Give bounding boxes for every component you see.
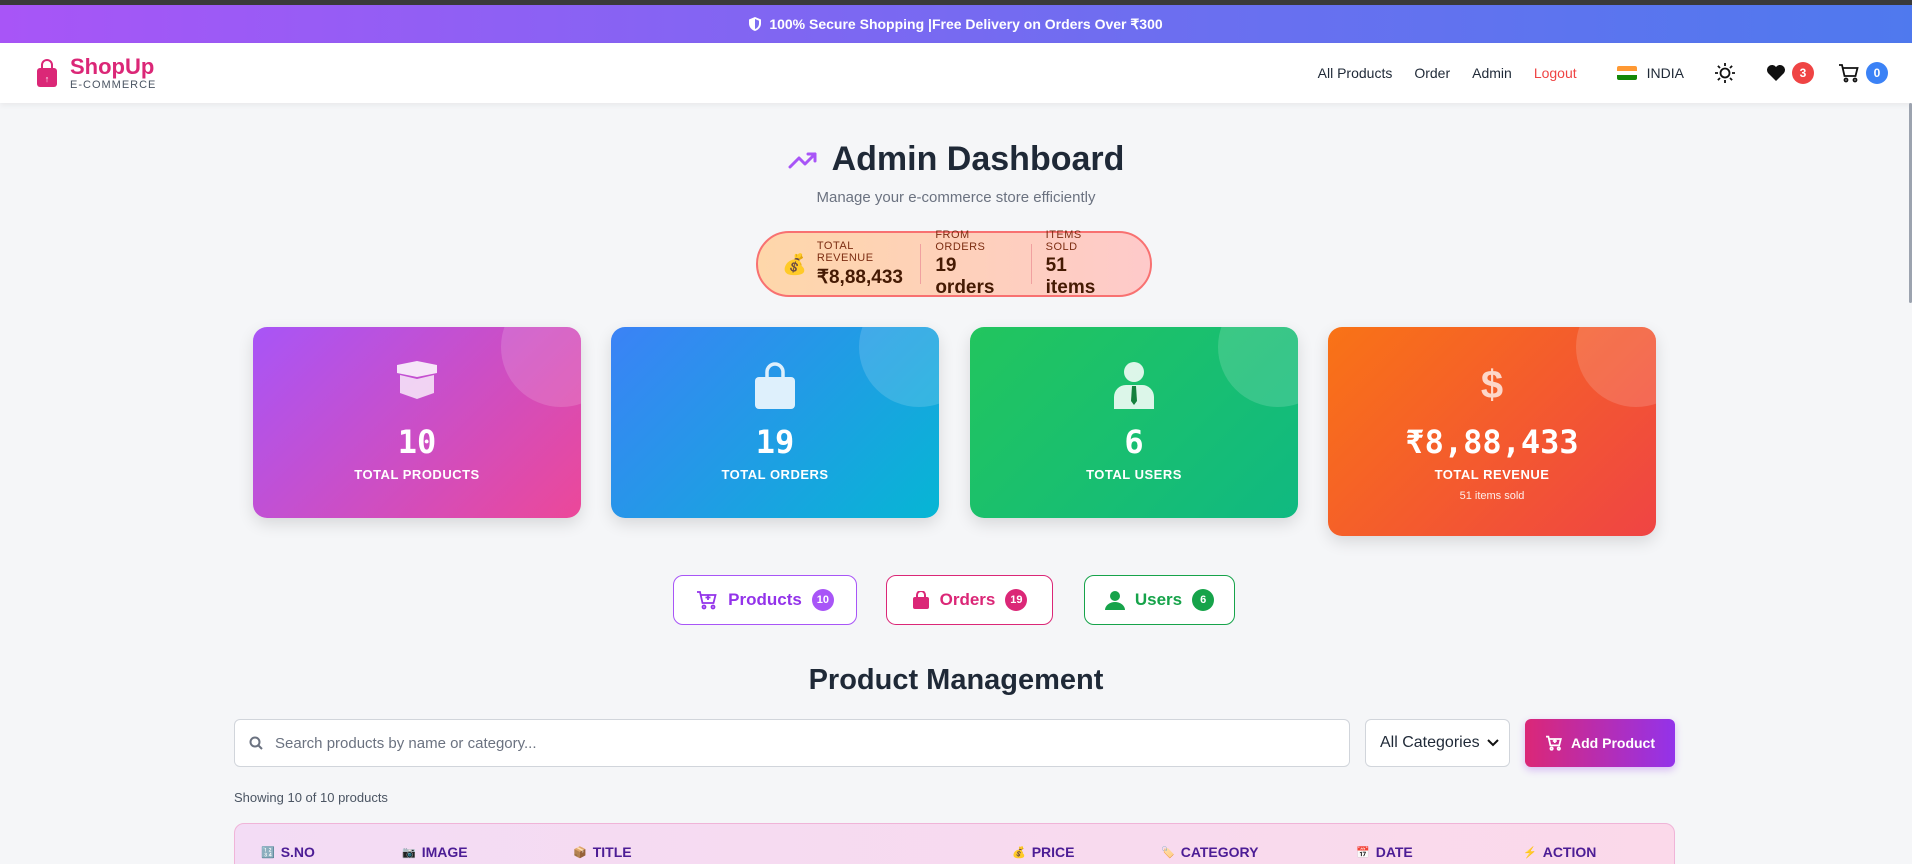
promo-banner: 100% Secure Shopping |Free Delivery on O… [0, 5, 1912, 43]
stat-value: 19 [755, 423, 795, 461]
stat-sublabel: 51 items sold [1459, 490, 1525, 502]
shield-icon [749, 17, 762, 31]
product-search [234, 719, 1350, 767]
cart-icon [1839, 64, 1859, 83]
money-bag-icon: 💰 [782, 253, 807, 276]
column-header-category[interactable]: 🏷️ CATEGORY [1161, 844, 1258, 860]
navbar: ↑ ShopUp E-COMMERCE All Products Order A… [0, 43, 1912, 103]
column-label: PRICE [1031, 844, 1075, 860]
summary-orders-label: FROM ORDERS [935, 229, 986, 253]
stat-label: TOTAL REVENUE [1434, 467, 1550, 482]
nav-order[interactable]: Order [1414, 65, 1450, 81]
brand-logo-link[interactable]: ↑ ShopUp E-COMMERCE [36, 55, 156, 91]
wishlist-count-badge: 3 [1792, 62, 1814, 84]
wishlist-button[interactable]: 3 [1766, 62, 1814, 84]
nav-all-products[interactable]: All Products [1318, 65, 1393, 81]
cart-plus-icon [1546, 735, 1562, 751]
tab-count-badge: 19 [1005, 589, 1028, 611]
camera-icon: 📷 [402, 846, 416, 859]
package-icon: 📦 [573, 846, 587, 859]
summary-orders-value: 19 orders [935, 255, 995, 298]
column-label: TITLE [592, 844, 632, 860]
stat-label: TOTAL USERS [1086, 467, 1182, 482]
summary-orders: FROM ORDERS 19 orders [921, 229, 1030, 299]
column-header-sno[interactable]: 🔢 S.NO [261, 844, 315, 860]
tab-count-badge: 6 [1192, 589, 1215, 611]
column-label: IMAGE [421, 844, 468, 860]
theme-toggle-button[interactable] [1714, 62, 1736, 84]
tab-users[interactable]: Users 6 [1084, 575, 1235, 625]
search-input[interactable] [275, 734, 1315, 752]
stat-label: TOTAL PRODUCTS [354, 467, 480, 482]
heart-icon [1767, 65, 1785, 81]
section-title: Product Management [808, 664, 1104, 696]
shopping-bag-icon: ↑ [37, 59, 57, 87]
summary-items: ITEMS SOLD 51 items [1032, 229, 1130, 299]
nav-admin[interactable]: Admin [1472, 65, 1512, 81]
summary-revenue-value: ₹8,88,433 [816, 266, 903, 288]
numbers-icon: 🔢 [261, 846, 275, 859]
svg-text:↑: ↑ [45, 74, 50, 84]
banner-text: 100% Secure Shopping |Free Delivery on O… [769, 15, 1163, 32]
stat-label: TOTAL ORDERS [721, 467, 829, 482]
chevron-down-icon [1487, 739, 1499, 747]
cart-count-badge: 0 [1866, 62, 1888, 84]
sun-icon [1715, 63, 1735, 83]
column-header-title[interactable]: 📦 TITLE [573, 844, 632, 860]
calendar-icon: 📅 [1356, 846, 1370, 859]
column-label: S.NO [280, 844, 315, 860]
brand-subtitle: E-COMMERCE [70, 79, 157, 91]
tab-count-badge: 10 [811, 589, 834, 611]
trending-up-icon [788, 152, 817, 168]
stat-card-revenue: $ ₹8,88,433 TOTAL REVENUE 51 items sold [1328, 327, 1656, 536]
summary-revenue-label: TOTAL REVENUE [816, 239, 874, 264]
india-flag-icon [1616, 66, 1637, 80]
column-label: ACTION [1542, 844, 1597, 860]
nav-logout[interactable]: Logout [1534, 65, 1577, 81]
nav-links: All Products Order Admin Logout INDIA 3 … [1318, 43, 1912, 103]
money-bag-icon: 💰 [1012, 846, 1026, 859]
column-header-image[interactable]: 📷 IMAGE [402, 844, 468, 860]
summary-items-value: 51 items [1045, 255, 1096, 298]
tab-products[interactable]: Products 10 [673, 575, 857, 625]
column-header-action[interactable]: ⚡ ACTION [1523, 844, 1596, 860]
revenue-summary-pill: 💰 TOTAL REVENUE ₹8,88,433 FROM ORDERS 19… [756, 229, 1152, 299]
page-title: Admin Dashboard [831, 140, 1125, 178]
category-select-value: All Categories [1380, 734, 1480, 751]
column-header-date[interactable]: 📅 DATE [1356, 844, 1413, 860]
tag-icon: 🏷️ [1161, 846, 1175, 859]
tab-label: Orders [939, 590, 996, 609]
search-icon [249, 736, 263, 750]
results-count: Showing 10 of 10 products [234, 790, 388, 805]
tab-label: Users [1134, 590, 1183, 609]
add-product-label: Add Product [1571, 735, 1655, 751]
summary-revenue: TOTAL REVENUE ₹8,88,433 [817, 240, 921, 289]
cart-plus-icon [697, 591, 717, 610]
add-product-button[interactable]: Add Product [1525, 719, 1675, 767]
stat-value: ₹8,88,433 [1405, 423, 1579, 461]
country-label: INDIA [1646, 65, 1684, 81]
stat-value: 6 [1124, 423, 1144, 461]
summary-items-label: ITEMS SOLD [1045, 229, 1082, 253]
page-heading: Admin Dashboard [0, 140, 1912, 179]
column-header-price[interactable]: 💰 PRICE [1012, 844, 1075, 860]
country-selector[interactable]: INDIA [1616, 65, 1684, 81]
stat-card-orders: 19 TOTAL ORDERS [611, 327, 939, 518]
user-icon [1104, 591, 1125, 610]
column-label: CATEGORY [1180, 844, 1259, 860]
shopping-bag-icon [912, 591, 929, 609]
brand-name: ShopUp [70, 54, 155, 79]
tab-label: Products [728, 590, 802, 609]
stat-value: 10 [397, 423, 437, 461]
table-header: 🔢 S.NO 📷 IMAGE 📦 TITLE 💰 PRICE 🏷️ CATEGORY 📅 D… [234, 823, 1675, 864]
stat-card-products: 10 TOTAL PRODUCTS [253, 327, 581, 518]
tab-orders[interactable]: Orders 19 [886, 575, 1053, 625]
stat-card-users: 6 TOTAL USERS [970, 327, 1298, 518]
cart-button[interactable]: 0 [1838, 62, 1888, 84]
category-select[interactable]: All Categories [1365, 719, 1510, 767]
lightning-icon: ⚡ [1523, 846, 1537, 859]
page-subtitle: Manage your e-commerce store efficiently [816, 189, 1096, 206]
column-label: DATE [1375, 844, 1413, 860]
